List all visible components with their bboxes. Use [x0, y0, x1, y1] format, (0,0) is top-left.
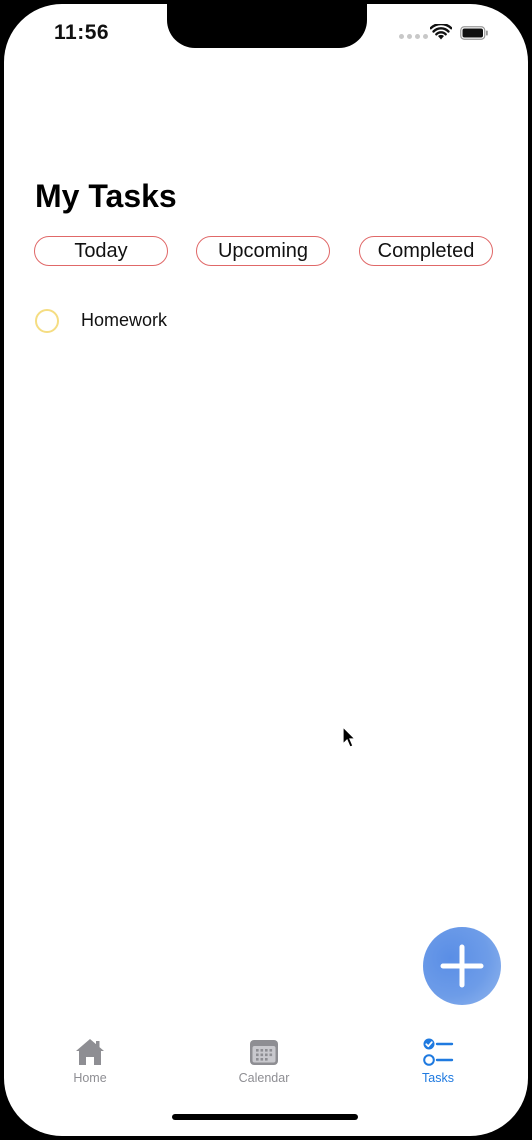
notch	[167, 4, 367, 48]
task-item[interactable]: Homework	[34, 306, 474, 336]
cellular-signal-icon	[399, 34, 428, 39]
plus-icon	[440, 944, 484, 988]
task-checkbox[interactable]	[35, 309, 59, 333]
tab-home[interactable]: Home	[40, 1030, 140, 1090]
filter-today-button[interactable]: Today	[34, 236, 168, 266]
filter-completed-button[interactable]: Completed	[359, 236, 493, 266]
checklist-icon	[423, 1038, 454, 1066]
tab-tasks-label: Tasks	[422, 1071, 454, 1085]
phone-screen: 11:56 My Tasks Today Upcoming Completed …	[4, 4, 528, 1136]
task-label: Homework	[81, 310, 168, 330]
add-task-button[interactable]	[423, 927, 501, 1005]
tab-tasks[interactable]: Tasks	[388, 1030, 488, 1090]
wifi-icon	[430, 24, 452, 40]
filter-bar: Today Upcoming Completed	[34, 236, 496, 268]
mouse-cursor-icon	[342, 726, 357, 748]
house-icon	[76, 1039, 104, 1065]
tab-calendar-label: Calendar	[238, 1071, 290, 1085]
tab-bar: Home Calendar Tasks	[4, 1030, 528, 1100]
page-title: My Tasks	[35, 178, 177, 214]
status-time: 11:56	[54, 21, 110, 44]
filter-upcoming-button[interactable]: Upcoming	[196, 236, 330, 266]
tab-home-label: Home	[73, 1071, 107, 1085]
calendar-icon	[250, 1040, 278, 1065]
tab-calendar[interactable]: Calendar	[214, 1030, 314, 1090]
home-indicator	[172, 1114, 358, 1120]
battery-icon	[460, 26, 488, 40]
